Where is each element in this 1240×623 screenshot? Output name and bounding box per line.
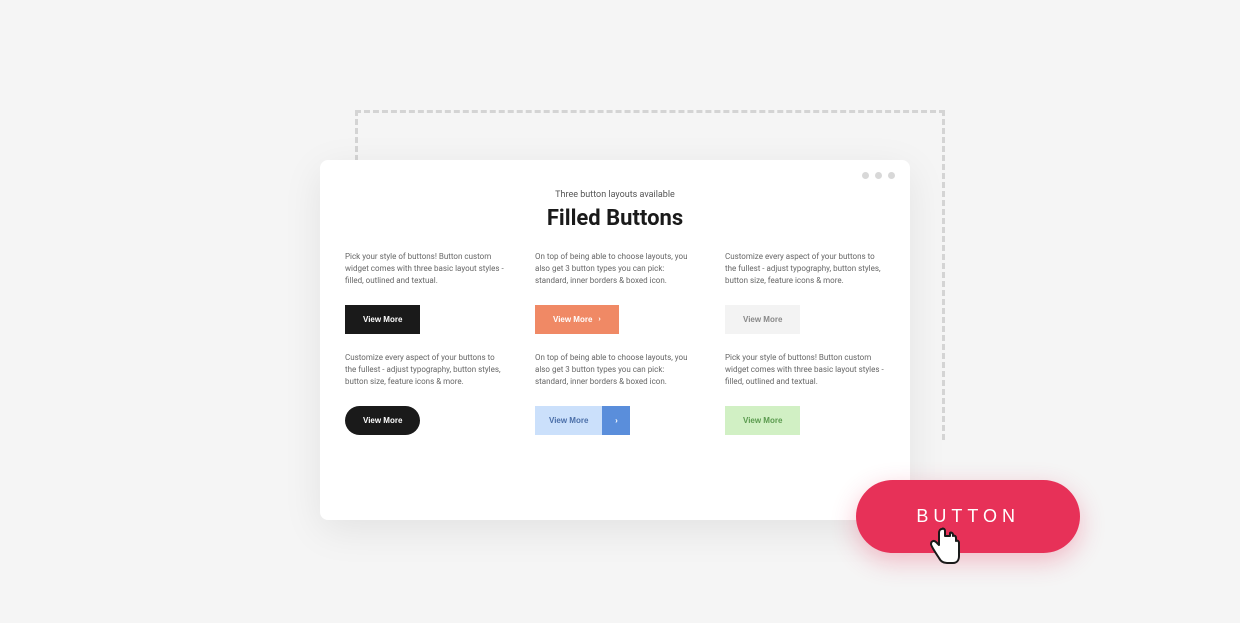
chevron-right-icon: ›	[598, 316, 600, 323]
card-item: Pick your style of buttons! Button custo…	[725, 352, 885, 435]
cta-button[interactable]: BUTTON	[856, 480, 1080, 553]
card-description: On top of being able to choose layouts, …	[535, 352, 695, 388]
chevron-right-icon: ›	[602, 406, 630, 435]
browser-chrome	[320, 160, 910, 190]
browser-window: Three button layouts available Filled Bu…	[320, 160, 910, 520]
view-more-button-pill[interactable]: View More	[345, 406, 420, 435]
button-grid: Pick your style of buttons! Button custo…	[345, 251, 885, 435]
card-description: Pick your style of buttons! Button custo…	[345, 251, 505, 287]
window-dot	[875, 172, 882, 179]
window-dot	[862, 172, 869, 179]
subtitle: Three button layouts available	[345, 190, 885, 200]
card-item: Customize every aspect of your buttons t…	[725, 251, 885, 334]
view-more-button-orange[interactable]: View More ›	[535, 305, 619, 334]
header: Three button layouts available Filled Bu…	[345, 190, 885, 231]
card-item: Pick your style of buttons! Button custo…	[345, 251, 505, 334]
button-label: View More	[553, 315, 592, 324]
view-more-button-blue[interactable]: View More ›	[535, 406, 630, 435]
card-item: Customize every aspect of your buttons t…	[345, 352, 505, 435]
pointer-hand-icon	[925, 523, 965, 568]
button-label: View More	[743, 416, 782, 425]
card-description: On top of being able to choose layouts, …	[535, 251, 695, 287]
view-more-button-green[interactable]: View More	[725, 406, 800, 435]
view-more-button-dark[interactable]: View More	[345, 305, 420, 334]
card-item: On top of being able to choose layouts, …	[535, 352, 695, 435]
window-dot	[888, 172, 895, 179]
card-description: Customize every aspect of your buttons t…	[345, 352, 505, 388]
view-more-button-gray[interactable]: View More	[725, 305, 800, 334]
button-label: View More	[363, 416, 402, 425]
content-area: Three button layouts available Filled Bu…	[320, 190, 910, 455]
button-label: View More	[743, 315, 782, 324]
page-title: Filled Buttons	[345, 206, 885, 231]
card-description: Customize every aspect of your buttons t…	[725, 251, 885, 287]
button-label: View More	[535, 406, 602, 435]
card-item: On top of being able to choose layouts, …	[535, 251, 695, 334]
card-description: Pick your style of buttons! Button custo…	[725, 352, 885, 388]
button-label: View More	[363, 315, 402, 324]
